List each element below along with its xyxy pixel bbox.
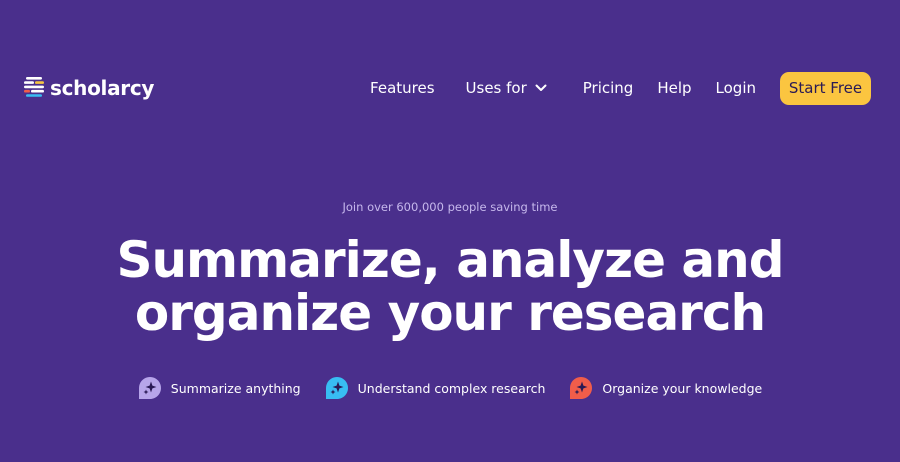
nav-help[interactable]: Help: [657, 79, 691, 97]
scholarcy-logo[interactable]: scholarcy: [24, 76, 154, 100]
main-nav: Features Uses for Pricing Help Login Sta…: [370, 71, 871, 105]
start-free-button[interactable]: Start Free: [780, 71, 871, 105]
nav-uses-for-label: Uses for: [465, 79, 527, 97]
scholarcy-logo-icon: [24, 77, 44, 97]
hero-eyebrow: Join over 600,000 people saving time: [342, 200, 558, 214]
logo-wordmark: scholarcy: [50, 76, 155, 100]
feature-label: Understand complex research: [357, 380, 546, 396]
hero-headline: Summarize, analyze and organize your res…: [0, 234, 900, 340]
hero-headline-line2: organize your research: [134, 284, 766, 342]
sparkle-chat-icon: [570, 377, 593, 399]
feature-understand: Understand complex research: [325, 376, 546, 400]
feature-label: Summarize anything: [170, 380, 301, 396]
feature-summarize: Summarize anything: [138, 376, 301, 400]
nav-pricing[interactable]: Pricing: [583, 79, 634, 97]
chevron-down-icon: [535, 84, 547, 91]
nav-features[interactable]: Features: [370, 79, 435, 97]
site-header: scholarcy Features Uses for Pricing Help…: [24, 70, 871, 106]
feature-label: Organize your knowledge: [602, 380, 763, 396]
nav-login[interactable]: Login: [716, 79, 756, 97]
hero-headline-line1: Summarize, analyze and: [116, 231, 784, 289]
sparkle-chat-icon: [325, 377, 348, 399]
feature-organize: Organize your knowledge: [569, 376, 762, 400]
feature-list: Summarize anything Understand complex re…: [0, 376, 900, 400]
sparkle-chat-icon: [138, 377, 161, 399]
nav-uses-for-dropdown[interactable]: Uses for: [466, 79, 547, 97]
